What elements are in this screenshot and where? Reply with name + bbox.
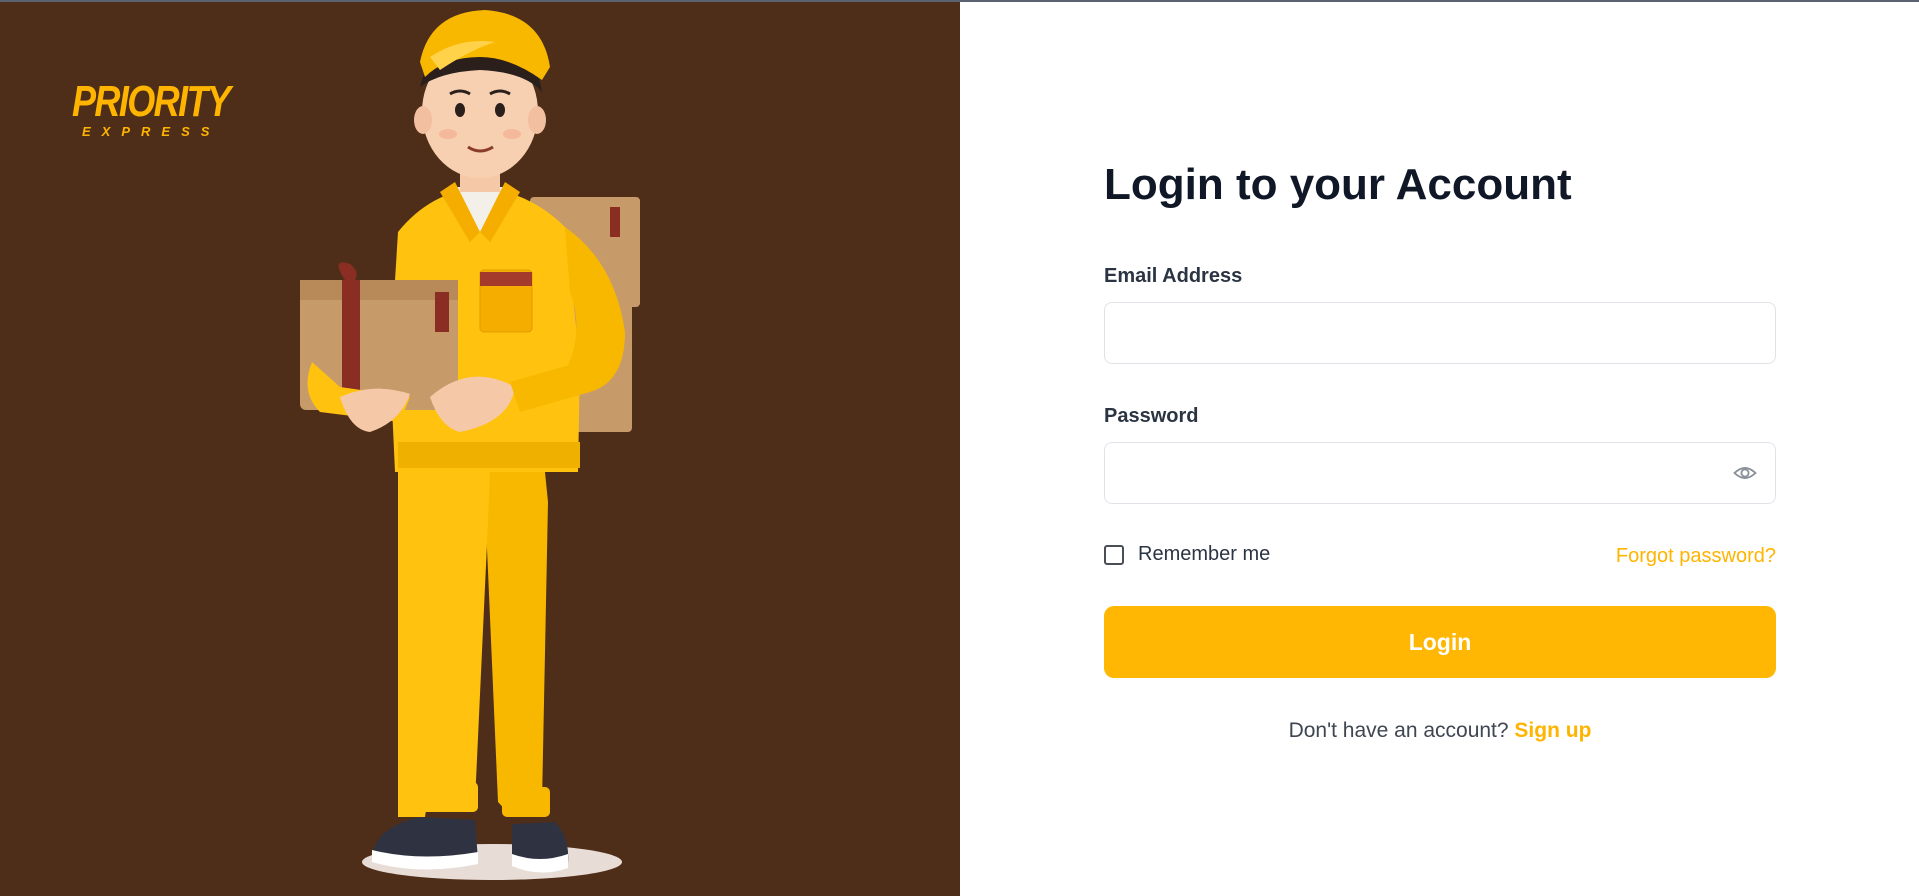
- brand-panel: PRIORITY EXPRESS: [0, 2, 960, 896]
- logo-subword: EXPRESS: [82, 124, 221, 139]
- login-panel: Login to your Account Email Address Pass…: [960, 2, 1919, 896]
- brand-logo: PRIORITY EXPRESS: [72, 78, 231, 148]
- eye-icon[interactable]: [1733, 462, 1757, 484]
- password-label: Password: [1104, 405, 1199, 427]
- email-label: Email Address: [1104, 265, 1243, 287]
- email-field-container: [1104, 302, 1776, 364]
- remember-label: Remember me: [1138, 543, 1271, 565]
- signup-link[interactable]: Sign up: [1514, 719, 1591, 742]
- forgot-password-link[interactable]: Forgot password?: [1616, 545, 1776, 568]
- login-button[interactable]: Login: [1104, 606, 1776, 678]
- password-field-container: [1104, 442, 1776, 504]
- page-title: Login to your Account: [1104, 160, 1572, 209]
- signup-row: Don't have an account? Sign up: [1104, 719, 1776, 743]
- signup-prompt: Don't have an account?: [1288, 719, 1509, 742]
- email-field[interactable]: [1105, 303, 1741, 361]
- remember-me: Remember me: [1104, 543, 1270, 566]
- courier-illustration: [300, 10, 640, 880]
- logo-word: PRIORITY: [72, 77, 231, 126]
- password-field[interactable]: [1105, 443, 1741, 501]
- remember-checkbox[interactable]: [1104, 544, 1124, 565]
